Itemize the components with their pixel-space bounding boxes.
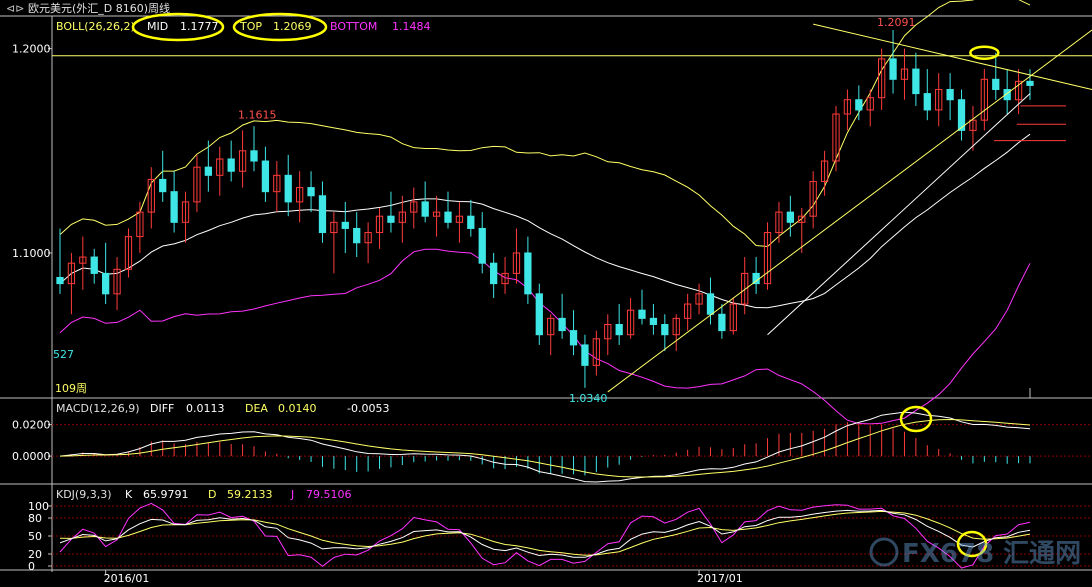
macd-y-tick-label: 0.0000 [12, 450, 51, 463]
macd-diff-label: DIFF [150, 402, 174, 415]
main-y-tick-label: 1.2000 [12, 43, 51, 56]
candle-body [490, 262, 498, 285]
candle-body [90, 256, 98, 274]
boll-indicator-name: BOLL(26,26,2) [56, 20, 135, 33]
high-annotation-2: 1.2091 [877, 16, 916, 29]
candle-body [649, 317, 658, 325]
candle-body [318, 195, 327, 234]
macd-indicator-name: MACD(12,26,9) [56, 402, 140, 415]
kdj-y-tick-label: 0 [28, 560, 35, 573]
candle-body [421, 201, 429, 217]
macd-histogram-value: -0.0053 [347, 402, 389, 415]
candle-body [786, 211, 794, 223]
macd-dea-value: 0.0140 [278, 402, 317, 415]
candle-body [478, 227, 486, 264]
boll-bottom-value: 1.1484 [392, 20, 431, 33]
kdj-k-value: 65.9791 [143, 488, 189, 501]
kdj-j-label: J [290, 488, 294, 501]
candle-body [227, 158, 235, 172]
weekly-price-chart[interactable]: ⊲⊳ 欧元美元(外汇_D 8160)周线 BOLL(26,26,2) MID 1… [0, 0, 1092, 587]
candle-body [946, 89, 954, 101]
candle-body [1026, 80, 1034, 86]
candle-body [535, 293, 543, 336]
boll-top-label: TOP [239, 20, 262, 33]
kdj-y-tick-label: 50 [28, 530, 42, 543]
candle-body [387, 215, 395, 223]
candle-body [569, 330, 578, 346]
candle-body [638, 309, 646, 319]
candle-body [284, 174, 292, 203]
candle-body [912, 68, 920, 95]
candle-body [581, 344, 589, 366]
candle-body [889, 58, 897, 80]
candle-body [250, 150, 258, 162]
kdj-k-label: K [125, 488, 133, 501]
boll-mid-label: MID [147, 20, 168, 33]
candle-body [204, 166, 212, 176]
candle-body [56, 276, 64, 285]
watermark-text: FX678 汇通网 [902, 539, 1081, 569]
macd-dea-label: DEA [245, 402, 268, 415]
boll-mid-value: 1.1777 [180, 20, 219, 33]
watermark: FX678 汇通网 [869, 537, 1081, 569]
main-y-tick-label: 1.1000 [12, 247, 51, 260]
candle-body [524, 252, 532, 295]
left-count-label: 527 [53, 348, 74, 361]
candle-body [615, 323, 623, 336]
candle-body [706, 293, 715, 315]
boll-top-value: 1.2069 [273, 20, 312, 33]
candle-body [661, 323, 669, 336]
candle-body [307, 187, 315, 197]
title-bar: ⊲⊳ 欧元美元(外汇_D 8160)周线 [6, 1, 170, 15]
kdj-y-tick-label: 80 [28, 512, 42, 525]
period-count-label: 109周 [55, 382, 87, 395]
candle-body [855, 99, 863, 111]
candle-body [170, 191, 178, 223]
low-annotation: 1.0340 [569, 392, 608, 405]
candle-body [353, 227, 361, 244]
boll-bottom-label: BOTTOM [330, 20, 377, 33]
x-axis-date-label: 2016/01 [104, 572, 150, 585]
candle-body [444, 211, 452, 223]
candle-body [992, 78, 1000, 91]
candle-body [261, 160, 270, 193]
candle-body [341, 221, 349, 229]
candle-body [923, 93, 931, 111]
kdj-indicator-name: KDJ(9,3,3) [56, 488, 112, 501]
candle-body [558, 317, 566, 332]
kdj-j-value: 79.5106 [306, 488, 352, 501]
nav-arrows-icon[interactable]: ⊲⊳ [6, 2, 24, 15]
window-title: 欧元美元(外汇_D 8160)周线 [28, 1, 170, 15]
high-annotation-1: 1.1615 [238, 108, 277, 121]
candle-body [718, 313, 726, 332]
kdj-d-value: 59.2133 [227, 488, 273, 501]
candle-body [102, 272, 110, 295]
macd-diff-value: 0.0113 [186, 402, 225, 415]
x-axis-date-label: 2017/01 [697, 572, 743, 585]
kdj-d-label: D [208, 488, 216, 501]
macd-y-tick-label: 0.0200 [12, 419, 51, 432]
candle-body [467, 215, 475, 229]
candle-body [159, 178, 167, 193]
